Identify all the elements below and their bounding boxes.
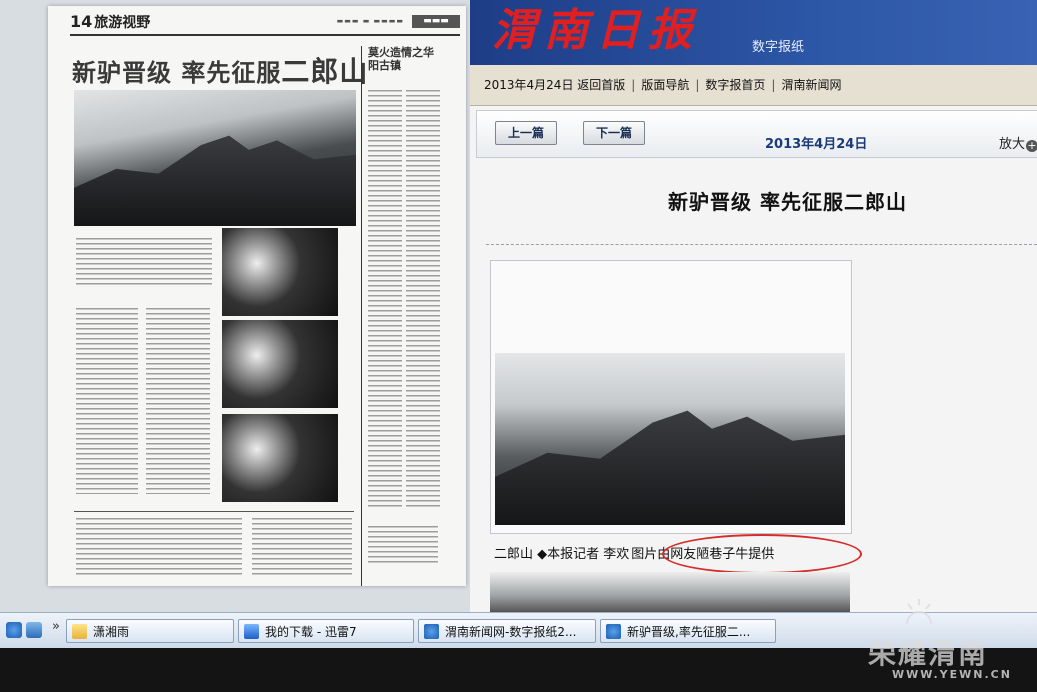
nav-link-news-site[interactable]: 渭南新闻网 [781,78,841,92]
thumbnail-photo-2 [222,228,338,316]
site-subtitle: 数字报纸 [752,40,805,55]
section-number: 14 [70,12,93,31]
side-bottom-box [368,526,438,566]
caption-place: 二郎山 [494,547,534,562]
article-photo-frame [490,260,852,534]
sun-icon [906,599,932,625]
page-thumbnail-pane: 14 旅游视野 ▬▬▬ ▬ ▬▬▬▬ ▬▬▬ 新驴晋级 率先征服二郎山 莫火造情之… [0,0,470,612]
side-text-column-1 [368,90,402,510]
quick-launch-overflow[interactable]: » [52,619,60,634]
thumbnail-mountain-photo [74,90,356,226]
nav-link-digital-home[interactable]: 数字报首页 [705,78,765,92]
ie-icon [424,624,439,639]
side-text-column-2 [406,90,440,510]
taskbar-button-folder[interactable]: 潇湘雨 [66,619,234,643]
text-column-3 [146,308,210,494]
text-column-4 [76,518,242,578]
article-mountain-photo[interactable] [495,353,845,525]
caption-reporter: ◆本报记者 李欢 [537,547,630,562]
side-article-title: 莫火造情之华阳古镇 [368,46,434,72]
text-column-1 [76,238,212,288]
zoom-button[interactable]: 放大 + [999,133,1037,152]
watermark-url: WWW.YEWN.CN [892,668,1012,681]
section-divider [74,511,354,512]
nav-link-front-page[interactable]: 返回首版 [577,78,625,92]
newspaper-page-header: 14 旅游视野 ▬▬▬ ▬ ▬▬▬▬ ▬▬▬ [70,12,460,36]
site-banner: 渭南日报 数字报纸 [470,0,1037,65]
title-divider [486,244,1037,245]
folder-icon [72,624,87,639]
screen: 14 旅游视野 ▬▬▬ ▬ ▬▬▬▬ ▬▬▬ 新驴晋级 率先征服二郎山 莫火造情之… [0,0,1037,692]
nav-link-page-navigation[interactable]: 版面导航 [641,78,689,92]
toolbar-date: 2013年4月24日 [765,137,868,152]
plus-circle-icon: + [1026,139,1037,152]
newspaper-page-thumbnail[interactable]: 14 旅游视野 ▬▬▬ ▬ ▬▬▬▬ ▬▬▬ 新驴晋级 率先征服二郎山 莫火造情之… [48,6,466,586]
nav-bar: 2013年4月24日 返回首版 | 版面导航 | 数字报首页 | 渭南新闻网 [470,65,1037,106]
ie-icon[interactable] [6,622,22,638]
thunder-icon [244,624,259,639]
desktop-icon[interactable] [26,622,42,638]
site-logo[interactable]: 渭南日报 [492,0,700,58]
nav-links: 2013年4月24日 返回首版 | 版面导航 | 数字报首页 | 渭南新闻网 [484,78,842,92]
section-name: 旅游视野 [94,15,151,31]
taskbar-button-browser-2[interactable]: 新驴晋级,率先征服二... [600,619,776,643]
thumbnail-photo-3 [222,320,338,408]
article-pane: 上一篇 下一篇 2013年4月24日 放大 + 新驴晋级 率先征服二郎山 二郎山 … [470,106,1037,612]
text-column-5 [252,518,352,578]
column-divider [361,46,362,586]
ie-icon [606,624,621,639]
article-title: 新驴晋级 率先征服二郎山 [668,190,907,214]
previous-article-button[interactable]: 上一篇 [495,121,558,145]
masthead-mini: ▬▬▬ [412,15,460,28]
watermark: 荣耀渭南 WWW.YEWN.CN [868,599,1028,684]
zoom-label: 放大 [998,137,1025,152]
watermark-text: 荣耀渭南 [868,637,989,670]
thumbnail-photo-4 [222,414,338,502]
next-article-button[interactable]: 下一篇 [583,121,646,145]
header-meta-lines: ▬▬▬ ▬ ▬▬▬▬ [336,17,404,25]
article-toolbar: 上一篇 下一篇 2013年4月24日 放大 + [476,110,1037,158]
text-column-2 [76,308,138,494]
newspaper-headline: 新驴晋级 率先征服二郎山 [72,55,369,88]
highlight-circle [662,534,862,574]
taskbar-button-browser-1[interactable]: 渭南新闻网-数字报纸2... [418,619,596,643]
nav-date: 2013年4月24日 [484,78,574,92]
taskbar-button-thunder[interactable]: 我的下载 - 迅雷7 [238,619,414,643]
second-article-photo [490,572,850,612]
